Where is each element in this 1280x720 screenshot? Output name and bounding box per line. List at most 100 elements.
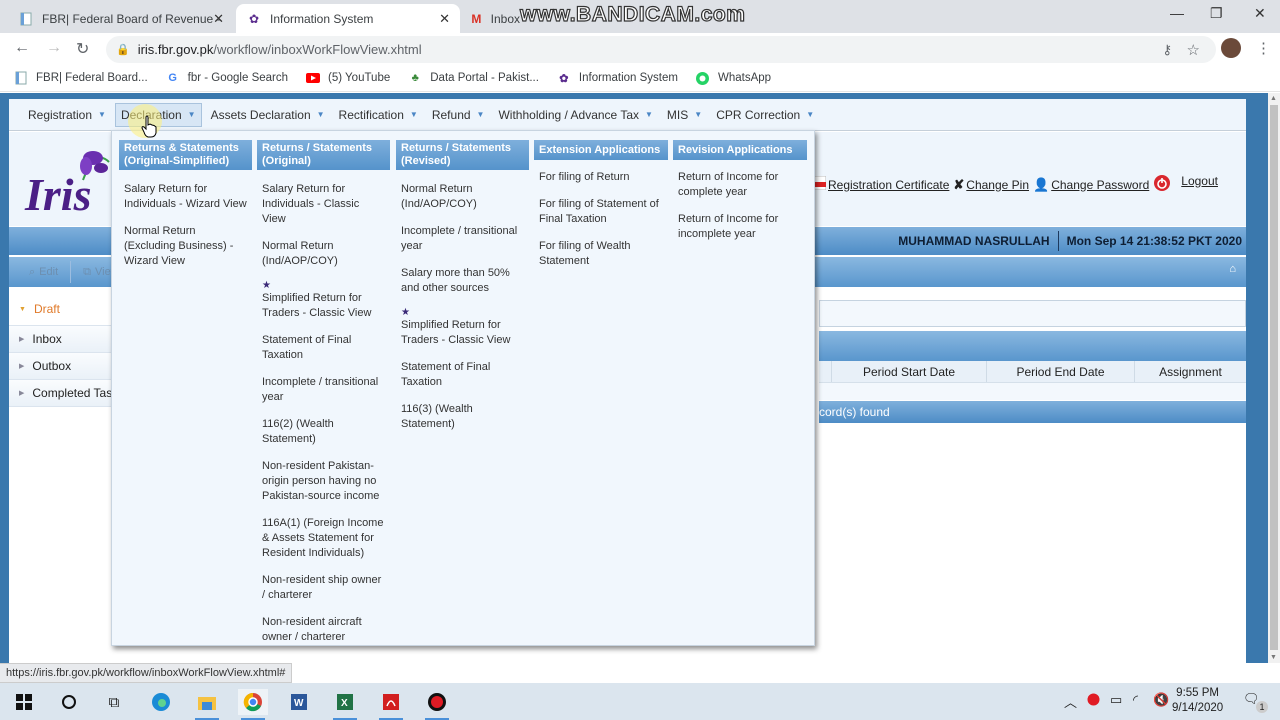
menu-item[interactable]: Incomplete / transitional year [257,375,390,405]
profile-avatar[interactable] [1221,38,1241,58]
menu-item[interactable]: Incomplete / transitional year [396,224,529,254]
menu-item[interactable]: For filing of Wealth Statement [534,239,668,269]
bandicam-watermark: www.BANDICAM.com [519,2,746,26]
caret-down-icon: ▼ [476,110,485,119]
registration-certificate-link[interactable]: Registration Certificate [828,178,949,192]
file-explorer-icon[interactable] [192,689,222,720]
bookmark-information-system[interactable]: ✿ Information System [557,71,678,85]
bookmark-whatsapp[interactable]: WhatsApp [696,71,771,85]
menu-item[interactable]: Non-resident aircraft owner / charterer [257,615,390,645]
acrobat-icon[interactable] [376,689,406,720]
tray-overflow-icon[interactable]: ︿ [1064,692,1077,711]
menu-item[interactable]: Salary Return for Individuals - Classic … [257,182,390,227]
menu-item[interactable]: Non-resident ship owner / charterer [257,573,390,603]
clock-date: 9/14/2020 [1172,702,1224,714]
scroll-down-icon[interactable]: ▼ [1270,654,1277,661]
data-portal-icon: ♣ [411,72,419,84]
svg-text:W: W [294,698,304,709]
battery-icon[interactable]: ▭ [1110,692,1122,708]
sidebar-item-outbox[interactable]: ▶ Outbox [9,353,114,380]
menu-item[interactable]: 116(2) (Wealth Statement) [257,417,390,447]
menu-item-normal-return-wizard[interactable]: Normal Return (Excluding Business) - Wiz… [119,224,252,269]
search-cortana-icon[interactable] [54,689,84,715]
menu-rectification[interactable]: Rectification ▼ [334,104,423,126]
change-pin-link[interactable]: Change Pin [966,178,1029,192]
menu-item[interactable]: Non-resident Pakistan-origin person havi… [257,459,390,504]
back-icon[interactable]: ← [14,39,30,57]
menu-item[interactable]: Statement of Final Taxation [396,360,529,390]
menu-cpr-correction[interactable]: CPR Correction ▼ [711,104,819,126]
menu-item-simplified-traders[interactable]: ★ Simplified Return for Traders - Classic… [257,281,390,321]
restore-icon[interactable]: ❐ [1210,5,1223,22]
windows-start-icon[interactable] [9,689,39,715]
word-icon[interactable]: W [284,689,314,715]
minimize-icon[interactable]: — [1170,5,1184,21]
close-window-icon[interactable]: ✕ [1254,5,1266,22]
key-icon[interactable]: ⚷ [1162,42,1172,58]
menu-label: CPR Correction [716,107,801,122]
star-bookmark-icon[interactable]: ☆ [1187,41,1200,59]
close-tab-icon[interactable]: ✕ [213,11,224,27]
menu-item-salary-wizard[interactable]: Salary Return for Individuals - Wizard V… [119,182,252,212]
volume-muted-icon[interactable]: 🔇 [1153,692,1169,708]
dropdown-column-extension: Extension Applications For filing of Ret… [534,140,668,269]
excel-icon[interactable]: X [330,689,360,720]
menu-item[interactable]: Return of Income for incomplete year [673,212,807,242]
sidebar-item-inbox[interactable]: ▶ Inbox [9,326,114,353]
menu-item[interactable]: 116(3) (Wealth Statement) [396,402,529,432]
menu-refund[interactable]: Refund ▼ [427,104,490,126]
status-url-tooltip: https://iris.fbr.gov.pk/workflow/inboxWo… [0,663,293,683]
menu-item[interactable]: For filing of Statement of Final Taxatio… [534,197,668,227]
dropdown-column-original: Returns / Statements (Original) Salary R… [257,140,390,645]
sidebar-label: Outbox [32,359,72,373]
home-icon[interactable]: ⌂ [1229,263,1236,275]
scroll-up-icon[interactable]: ▲ [1270,95,1277,102]
sidebar-item-draft[interactable]: ▼ Draft [9,293,114,326]
task-view-icon[interactable]: ⧉ [99,689,129,715]
menu-item[interactable]: Normal Return (Ind/AOP/COY) [396,182,529,212]
browser-toolbar: ← → ↻ 🔒 iris.fbr.gov.pk/workflow/inboxWo… [0,33,1280,65]
system-clock[interactable]: 9:55 PM 9/14/2020 [1172,686,1223,716]
chrome-icon[interactable] [238,689,268,720]
bookmark-google[interactable]: Gfbr - Google Search [166,71,288,85]
bookmark-fbr[interactable]: FBR| Federal Board... [14,71,148,85]
menu-item-simplified-traders[interactable]: ★ Simplified Return for Traders - Classic… [396,308,529,348]
menu-item[interactable]: Salary more than 50% and other sources [396,266,529,296]
menu-item[interactable]: Normal Return (Ind/AOP/COY) [257,239,390,269]
menu-registration[interactable]: Registration ▼ [23,104,111,126]
scrollbar-thumb[interactable] [1270,105,1278,650]
menu-kebab-icon[interactable]: ⋮ [1256,39,1271,57]
logout-link[interactable]: Logout [1181,174,1218,188]
bookmark-data-portal[interactable]: ♣ Data Portal - Pakist... [408,71,539,85]
bandicam-icon[interactable] [422,689,452,720]
recording-icon[interactable] [1087,693,1100,709]
column-header-period-end[interactable]: Period End Date [986,361,1134,382]
header-links: Registration Certificate ✘ Change Pin 👤 … [813,174,1222,195]
tab-fbr[interactable]: FBR| Federal Board of Revenue - ✕ [8,4,234,33]
menu-item[interactable]: 116A(1) (Foreign Income & Assets Stateme… [257,516,390,561]
caret-down-icon: ▼ [187,110,196,119]
sidebar-item-completed-task[interactable]: ▶ Completed Task [9,380,114,407]
column-header-assignment[interactable]: Assignment [1134,361,1246,382]
reload-icon[interactable]: ↻ [76,39,89,59]
menu-item[interactable]: Return of Income for complete year [673,170,807,200]
menu-item[interactable]: For filing of Return [534,170,668,185]
menu-mis[interactable]: MIS ▼ [662,104,707,126]
edge-icon[interactable] [146,689,176,715]
column-header-period-start[interactable]: Period Start Date [831,361,986,382]
page-scrollbar[interactable]: ▲ ▼ [1268,93,1280,663]
tab-information-system[interactable]: ✿ Information System ✕ [236,4,460,33]
address-bar[interactable]: 🔒 iris.fbr.gov.pk/workflow/inboxWorkFlow… [106,36,1216,63]
wifi-icon[interactable]: ◜ [1133,692,1138,708]
menu-assets-declaration[interactable]: Assets Declaration ▼ [206,104,330,126]
chevron-right-icon: ▶ [19,390,25,397]
bookmark-youtube[interactable]: (5) YouTube [306,71,390,85]
change-password-link[interactable]: Change Password [1051,178,1149,192]
forward-icon[interactable]: → [46,39,62,57]
menu-item[interactable]: Statement of Final Taxation [257,333,390,363]
edit-button[interactable]: ⌕ Edit [17,261,72,283]
column-heading: Revision Applications [673,140,807,160]
menu-withholding[interactable]: Withholding / Advance Tax ▼ [493,104,657,126]
column-heading: Extension Applications [534,140,668,160]
close-tab-icon[interactable]: ✕ [439,11,450,27]
